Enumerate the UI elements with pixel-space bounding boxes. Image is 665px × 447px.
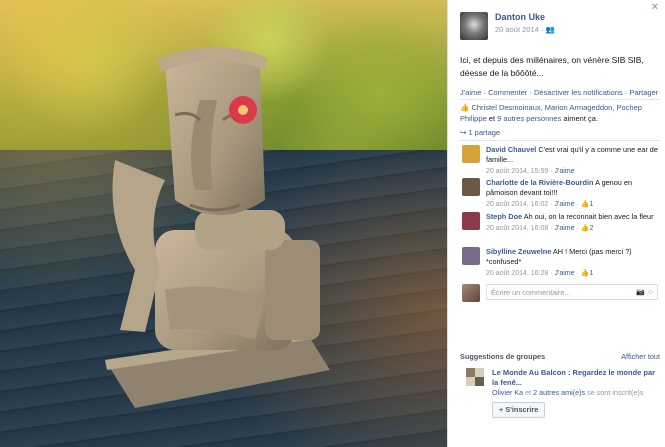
divider xyxy=(460,140,660,141)
comment-author[interactable]: David Chauvel xyxy=(486,145,536,154)
comment-avatar[interactable] xyxy=(462,212,480,230)
comment-time[interactable]: 20 août 2014, 15:59 xyxy=(486,168,548,175)
group-suggestions-header: Suggestions de groupes Afficher tout xyxy=(460,352,660,361)
share-icon: ↪ xyxy=(460,128,467,137)
comment-text: Ah oui, on la reconnait bien avec la fle… xyxy=(522,212,654,221)
comment-item: Charlotte de la Rivière-Bourdin A genou … xyxy=(462,178,658,210)
comment-like-link[interactable]: J'aime xyxy=(555,201,575,208)
comment-time[interactable]: 20 août 2014, 16:02 xyxy=(486,201,548,208)
share-link[interactable]: Partager xyxy=(629,88,658,97)
disable-notifications-link[interactable]: Désactiver les notifications xyxy=(534,88,623,97)
thumbs-up-icon: 👍 xyxy=(460,103,470,112)
comment-avatar[interactable] xyxy=(462,178,480,196)
post-date: 20 août 2014 · 👥 xyxy=(495,25,555,34)
comment-like-count[interactable]: 👍1 xyxy=(581,201,594,208)
comment-meta: 20 août 2014, 16:02 · J'aime · 👍1 xyxy=(486,201,594,208)
comment-like-link[interactable]: J'aime xyxy=(555,168,575,175)
other-friends-link[interactable]: 2 autres ami(e)s xyxy=(533,388,585,397)
comment-author[interactable]: Sibylline Zeuwelne xyxy=(486,247,551,256)
comment-item: David Chauvel C'est vrai qu'il y a comme… xyxy=(462,145,658,177)
comment-avatar[interactable] xyxy=(462,247,480,265)
see-all-link[interactable]: Afficher tout xyxy=(621,352,660,361)
author-name[interactable]: Danton Uke xyxy=(495,12,555,22)
current-user-avatar xyxy=(462,284,480,302)
comment-time[interactable]: 20 août 2014, 16:28 xyxy=(486,270,548,277)
group-name[interactable]: Le Monde Au Balcon : Regardez le monde p… xyxy=(492,368,656,388)
comment-author[interactable]: Charlotte de la Rivière-Bourdin xyxy=(486,178,593,187)
post-author: Danton Uke 20 août 2014 · 👥 xyxy=(460,12,555,40)
group-thumbnail[interactable] xyxy=(466,368,484,418)
like-link[interactable]: J'aime xyxy=(460,88,481,97)
post-side-panel: ✕ Danton Uke 20 août 2014 · 👥 Ici, et de… xyxy=(447,0,665,447)
friends-icon: 👥 xyxy=(545,25,555,34)
group-members: Olivier Ka et 2 autres ami(e)s se sont i… xyxy=(492,388,644,397)
comment-like-link[interactable]: J'aime xyxy=(555,225,575,232)
join-group-button[interactable]: + S'inscrire xyxy=(492,402,546,418)
comment-input[interactable]: Écrire un commentaire... 📷 ☺ xyxy=(486,284,658,300)
comment-like-count[interactable]: 👍2 xyxy=(581,225,594,232)
author-avatar[interactable] xyxy=(460,12,488,40)
divider xyxy=(460,99,660,100)
comment-meta: 20 août 2014, 16:28 · J'aime · 👍1 xyxy=(486,270,594,277)
post-photo[interactable] xyxy=(0,0,447,447)
statue-image xyxy=(105,46,330,408)
camera-icon[interactable]: 📷 ☺ xyxy=(636,288,654,296)
comment-item: Steph Doe Ah oui, on la reconnait bien a… xyxy=(462,212,658,234)
comment-author[interactable]: Steph Doe xyxy=(486,212,522,221)
suggested-group: Le Monde Au Balcon : Regardez le monde p… xyxy=(466,368,656,418)
other-likers-link[interactable]: 9 autres personnes xyxy=(497,114,561,123)
comment-link[interactable]: Commenter xyxy=(488,88,527,97)
share-count[interactable]: ↪ 1 partage xyxy=(460,128,500,137)
comment-like-link[interactable]: J'aime xyxy=(555,270,575,277)
post-text: Ici, et depuis des millénaires, on vénèr… xyxy=(460,55,644,78)
comment-meta: 20 août 2014, 15:59 · J'aime xyxy=(486,168,575,175)
comment-time[interactable]: 20 août 2014, 16:08 xyxy=(486,225,548,232)
comment-item: Sibylline Zeuwelne AH ! Merci (pas merci… xyxy=(462,247,658,279)
friend-link[interactable]: Olivier Ka xyxy=(492,388,523,397)
comment-like-count[interactable]: 👍1 xyxy=(581,270,594,277)
close-icon[interactable]: ✕ xyxy=(651,2,659,13)
likes-summary: 👍 Christel Desmoinaux, Marion Armageddon… xyxy=(460,103,642,123)
post-actions: J'aime · Commenter · Désactiver les noti… xyxy=(460,88,659,97)
write-comment: Écrire un commentaire... 📷 ☺ xyxy=(462,284,658,302)
comment-avatar[interactable] xyxy=(462,145,480,163)
comment-meta: 20 août 2014, 16:08 · J'aime · 👍2 xyxy=(486,225,594,232)
